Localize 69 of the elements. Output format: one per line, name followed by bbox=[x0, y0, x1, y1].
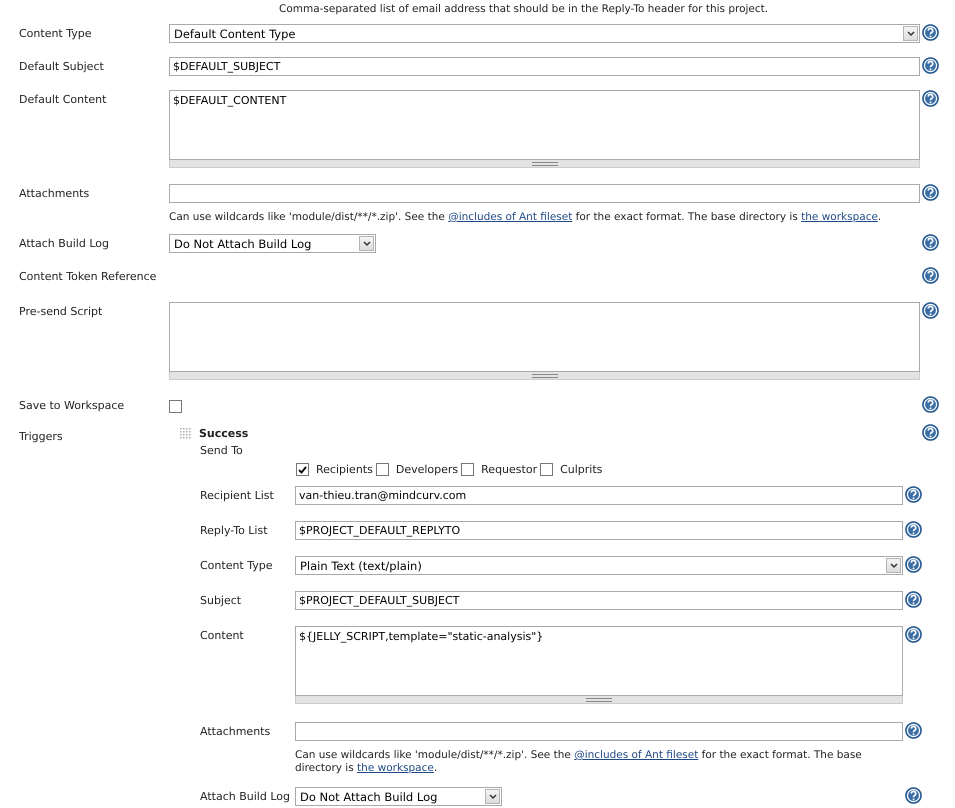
help-icon[interactable] bbox=[922, 234, 939, 251]
field-label: Content Type bbox=[19, 26, 93, 40]
checkbox-label: Recipients bbox=[316, 463, 373, 476]
text-field[interactable]: $DEFAULT_SUBJECT bbox=[169, 57, 920, 76]
field-label: Send To bbox=[200, 444, 244, 457]
resize-handle[interactable] bbox=[169, 160, 920, 168]
field-label: Save to Workspace bbox=[19, 398, 126, 412]
field-label: Recipient List bbox=[200, 488, 275, 502]
text-field[interactable]: van-thieu.tran@mindcurv.com bbox=[295, 486, 903, 505]
help-text: Can use wildcards like 'module/dist/**/*.zip'. See the @includes of Ant fileset for the exact format. The base directory is the workspace. bbox=[169, 211, 882, 224]
field-label: Attach Build Log bbox=[19, 236, 110, 250]
help-icon[interactable] bbox=[922, 24, 939, 41]
grip-icon bbox=[586, 698, 612, 702]
resize-handle[interactable] bbox=[295, 696, 903, 704]
field-label: Attachments bbox=[19, 186, 90, 200]
text-field[interactable]: $PROJECT_DEFAULT_SUBJECT bbox=[295, 591, 903, 610]
help-icon[interactable] bbox=[905, 486, 922, 503]
link[interactable]: @includes of Ant fileset bbox=[574, 749, 698, 761]
grip-icon bbox=[532, 374, 558, 378]
help-icon[interactable] bbox=[922, 302, 939, 319]
help-icon[interactable] bbox=[905, 591, 922, 608]
link[interactable]: @includes of Ant fileset bbox=[448, 211, 572, 223]
help-icon[interactable] bbox=[922, 184, 939, 201]
help-text: Comma-separated list of email address that should be in the Reply-To header for this project. bbox=[279, 2, 770, 16]
trigger-title: Success bbox=[199, 427, 248, 440]
checkbox[interactable] bbox=[169, 400, 182, 413]
field-label: Reply-To List bbox=[200, 523, 269, 537]
field-label: Subject bbox=[200, 593, 242, 607]
dropdown[interactable]: Do Not Attach Build Log bbox=[295, 787, 502, 806]
help-text: Can use wildcards like 'module/dist/**/*.zip'. See the @includes of Ant fileset for the exact format. The base directory is the workspace. bbox=[295, 749, 863, 775]
help-icon[interactable] bbox=[922, 57, 939, 74]
field-label: Default Subject bbox=[19, 59, 105, 73]
text-field[interactable] bbox=[169, 184, 920, 203]
help-icon[interactable] bbox=[922, 424, 939, 441]
checkbox[interactable] bbox=[376, 463, 389, 476]
field-label: Default Content bbox=[19, 92, 108, 106]
dropdown[interactable]: Do Not Attach Build Log bbox=[169, 234, 376, 253]
checkbox[interactable] bbox=[461, 463, 474, 476]
dropdown[interactable]: Default Content Type bbox=[169, 24, 920, 43]
field-label: Pre-send Script bbox=[19, 304, 104, 318]
checkbox[interactable] bbox=[540, 463, 554, 476]
checkbox-label: Culprits bbox=[560, 463, 602, 476]
help-icon[interactable] bbox=[905, 722, 922, 739]
field-label: Attachments bbox=[200, 724, 272, 738]
help-icon[interactable] bbox=[905, 626, 922, 643]
text-area[interactable]: $DEFAULT_CONTENT bbox=[169, 90, 920, 160]
resize-handle[interactable] bbox=[169, 372, 920, 380]
help-icon[interactable] bbox=[905, 521, 922, 538]
help-icon[interactable] bbox=[905, 556, 922, 573]
help-icon[interactable] bbox=[922, 396, 939, 413]
link[interactable]: the workspace bbox=[801, 211, 878, 223]
field-label: Content Token Reference bbox=[19, 269, 158, 283]
dropdown[interactable]: Plain Text (text/plain) bbox=[295, 556, 903, 575]
field-label: Attach Build Log bbox=[200, 789, 291, 803]
grip-icon bbox=[532, 162, 558, 166]
field-label: Content bbox=[200, 628, 245, 642]
checkbox-label: Requestor bbox=[481, 463, 538, 476]
field-label: Triggers bbox=[19, 429, 64, 443]
text-field[interactable] bbox=[295, 722, 903, 741]
field-label: Content Type bbox=[200, 558, 274, 572]
text-field[interactable]: $PROJECT_DEFAULT_REPLYTO bbox=[295, 521, 903, 540]
help-icon[interactable] bbox=[905, 787, 922, 804]
link[interactable]: the workspace bbox=[357, 762, 434, 774]
help-icon[interactable] bbox=[922, 90, 939, 107]
text-area[interactable]: ${JELLY_SCRIPT,template="static-analysis"} bbox=[295, 626, 903, 696]
help-icon[interactable] bbox=[922, 267, 939, 284]
checkbox-label: Developers bbox=[396, 463, 458, 476]
drag-handle-icon[interactable] bbox=[180, 428, 191, 439]
checkbox[interactable] bbox=[296, 463, 309, 476]
